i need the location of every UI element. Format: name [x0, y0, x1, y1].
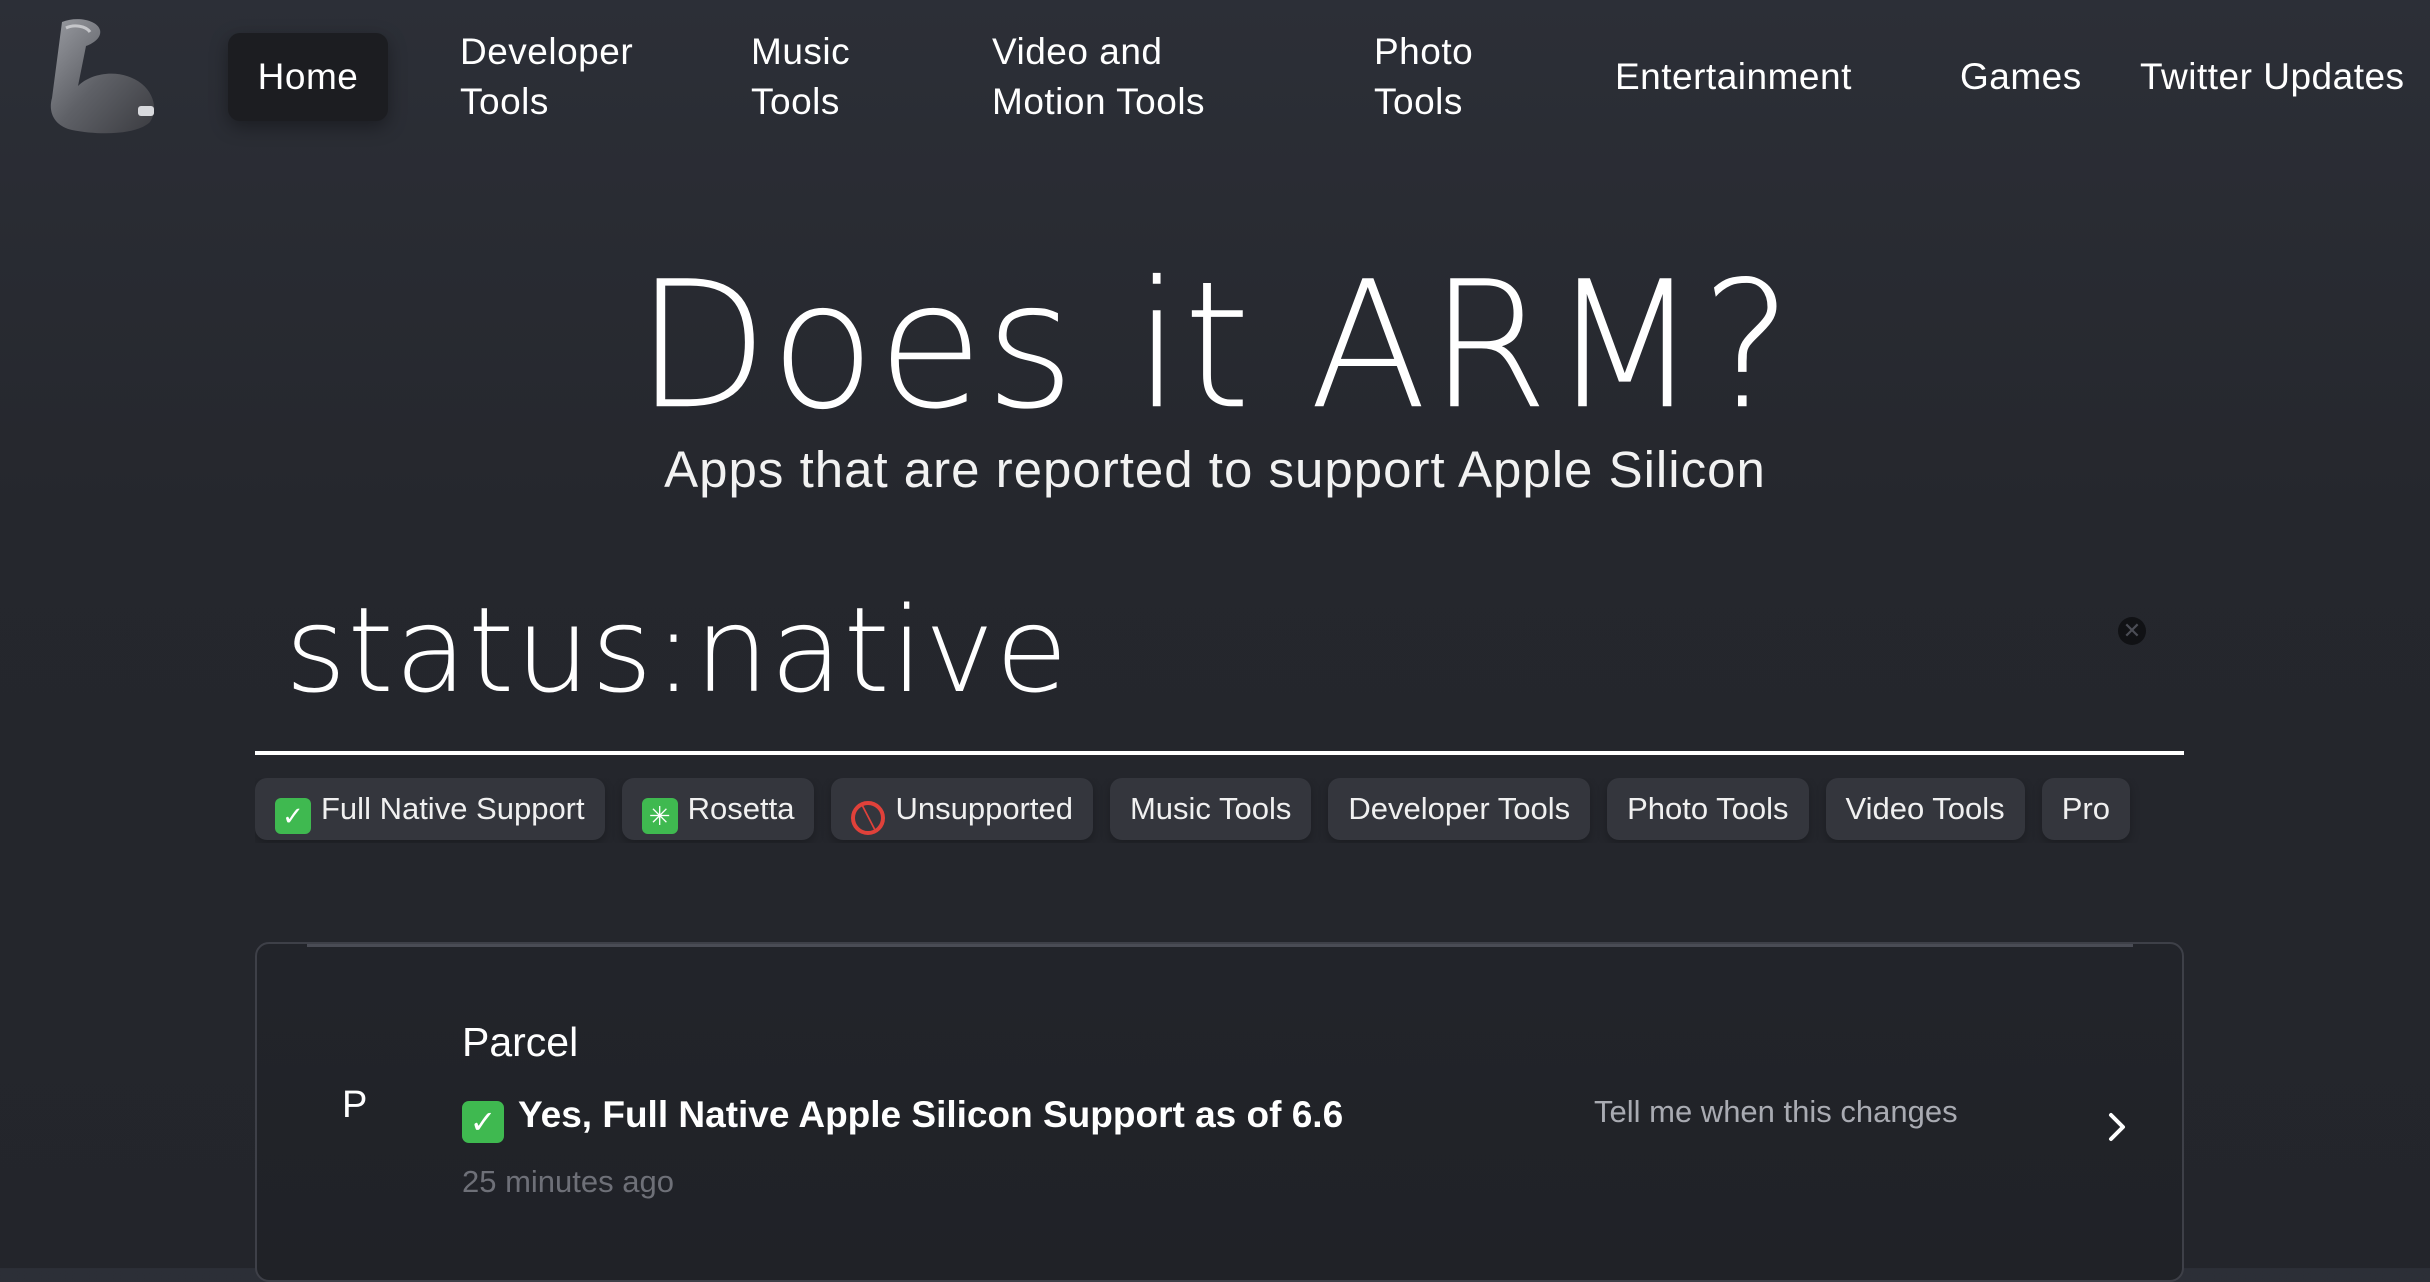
nav-video-line2: Motion Tools	[992, 81, 1206, 122]
check-mark-icon: ✓	[275, 798, 311, 834]
chip-pro[interactable]: Pro	[2041, 778, 2130, 840]
nav-entertainment[interactable]: Entertainment	[1615, 52, 1852, 102]
chevron-right-icon[interactable]	[2097, 1107, 2137, 1147]
nav-music-tools[interactable]: Music Tools	[751, 27, 850, 127]
app-status-text: Yes, Full Native Apple Silicon Support a…	[518, 1094, 1344, 1135]
nav-video-motion-tools[interactable]: Video and Motion Tools	[992, 27, 1205, 127]
nav-photo-line1: Photo	[1374, 31, 1474, 72]
close-circle-icon[interactable]: ✕	[2118, 617, 2146, 645]
nav-music-tools-line2: Tools	[751, 81, 840, 122]
page-subtitle: Apps that are reported to support Apple …	[664, 441, 1766, 498]
app-name: Parcel	[462, 1019, 579, 1065]
chip-unsupported[interactable]: ╲ Unsupported	[831, 778, 1093, 840]
check-mark-icon: ✓	[462, 1101, 504, 1143]
app-status: ✓ Yes, Full Native Apple Silicon Support …	[462, 1094, 1343, 1143]
chip-label: Rosetta	[687, 791, 795, 826]
chip-label: Full Native Support	[321, 791, 585, 826]
chip-photo-tools[interactable]: Photo Tools	[1607, 778, 1809, 840]
app-card-parcel[interactable]: P Parcel ✓ Yes, Full Native Apple Silicon…	[255, 942, 2184, 1282]
avatar: P	[342, 1084, 368, 1126]
app-updated-time: 25 minutes ago	[462, 1164, 674, 1199]
nav-video-line1: Video and	[992, 31, 1163, 72]
nav-developer-tools-line2: Tools	[460, 81, 549, 122]
chip-label: Unsupported	[895, 791, 1073, 826]
flexed-biceps-icon[interactable]	[42, 14, 172, 138]
nav-photo-line2: Tools	[1374, 81, 1463, 122]
chip-music-tools[interactable]: Music Tools	[1109, 778, 1312, 840]
chip-developer-tools[interactable]: Developer Tools	[1328, 778, 1591, 840]
nav-developer-tools-line1: Developer	[460, 31, 634, 72]
chip-rosetta[interactable]: ✳ Rosetta	[621, 778, 815, 840]
top-nav: Home Developer Tools Music Tools Video a…	[0, 0, 2430, 160]
search-box: ✕	[255, 555, 2184, 755]
card-divider	[307, 944, 2133, 947]
chip-full-native-support[interactable]: ✓ Full Native Support	[255, 778, 605, 840]
nav-twitter-updates[interactable]: Twitter Updates	[2140, 52, 2405, 102]
nav-developer-tools[interactable]: Developer Tools	[460, 27, 633, 127]
nav-games[interactable]: Games	[1960, 52, 2082, 102]
nav-home[interactable]: Home	[228, 33, 388, 121]
page-title: Does it ARM?	[635, 242, 1795, 449]
eight-spoked-asterisk-icon: ✳	[641, 798, 678, 834]
filter-chips: ✓ Full Native Support ✳ Rosetta ╲ Unsupported…	[255, 778, 2184, 843]
nav-photo-tools[interactable]: Photo Tools	[1374, 27, 1473, 127]
prohibited-icon: ╲	[851, 801, 886, 835]
nav-music-tools-line1: Music	[751, 31, 851, 72]
chip-video-tools[interactable]: Video Tools	[1825, 778, 2025, 840]
notify-link[interactable]: Tell me when this changes	[1594, 1094, 1958, 1130]
search-input[interactable]	[285, 575, 2085, 725]
